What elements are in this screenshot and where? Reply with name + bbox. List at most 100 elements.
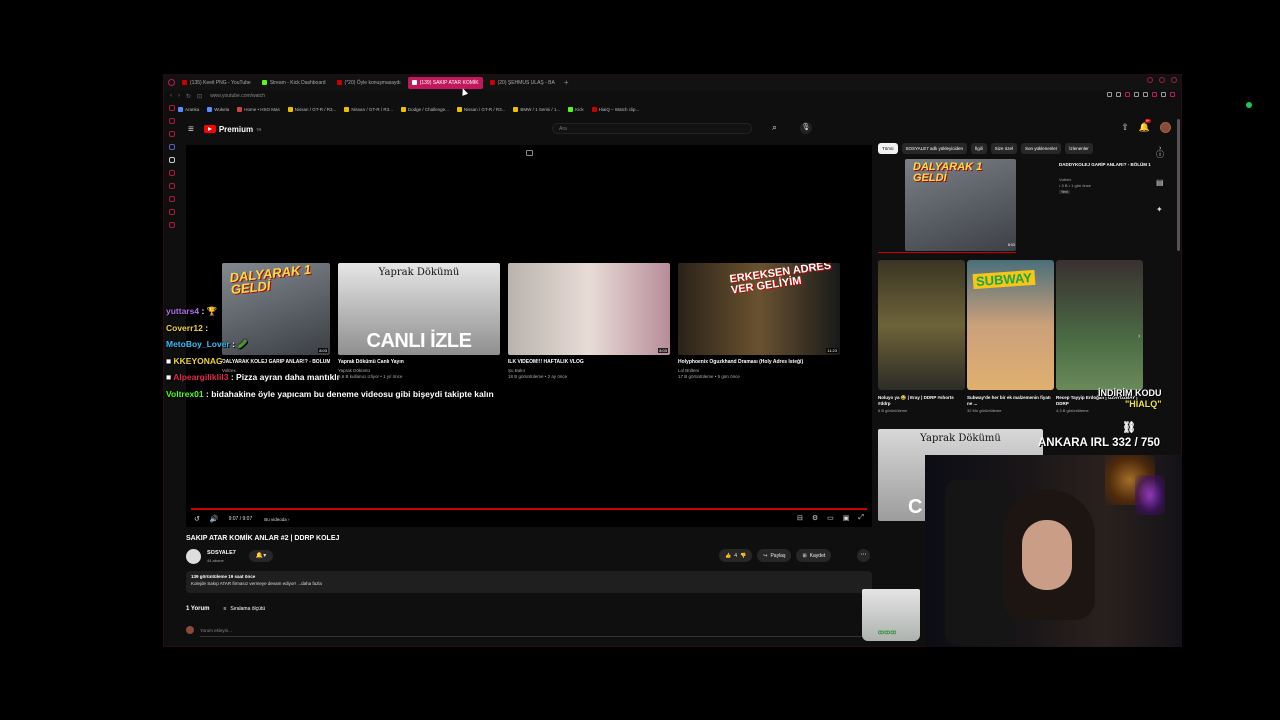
profile-icon[interactable] xyxy=(1152,92,1157,97)
subscription-bell-button[interactable]: 🔔▾ xyxy=(249,550,273,562)
miniplayer-icon[interactable]: ▭ xyxy=(827,514,834,522)
bookmark-icon[interactable] xyxy=(1116,92,1121,97)
new-tab-button[interactable]: + xyxy=(564,78,569,87)
card-channel: Lol Bülteni xyxy=(678,368,700,373)
minimize-icon[interactable] xyxy=(1147,77,1153,83)
sidebar-app-icon[interactable] xyxy=(169,222,175,228)
description-box[interactable]: 139 görüntüleme 19 saat önce Kolejde Sak… xyxy=(186,571,872,593)
bookmark-item[interactable]: Aranka xyxy=(178,106,199,112)
recommended-video[interactable]: DALYARAK 1 GELDİ 8:03 DADDYKOLEJ GARİP A… xyxy=(878,159,1155,254)
share-button[interactable]: ↪ Paylaş xyxy=(757,549,792,562)
browser-menu-icon[interactable] xyxy=(1170,92,1175,97)
video-progress-bar[interactable] xyxy=(191,508,867,510)
bookmark-item[interactable]: Kick xyxy=(568,106,584,112)
bookmark-item[interactable]: Wukela xyxy=(207,106,229,112)
chapter-button[interactable]: Bu videoda › xyxy=(264,517,289,522)
maximize-icon[interactable] xyxy=(1159,77,1165,83)
sidebar-app-icon[interactable] xyxy=(169,118,175,124)
thumbs-down-icon[interactable]: 👎 xyxy=(740,553,746,559)
bookmark-item[interactable]: HiaiQ – Watch clip... xyxy=(591,106,639,112)
comments-header: 1 Yorum ≡ Sıralama ölçütü xyxy=(186,606,265,612)
search-input[interactable]: Ara xyxy=(552,123,752,134)
reload-icon[interactable]: ↻ xyxy=(186,93,191,100)
short-thumbnail[interactable] xyxy=(1056,260,1143,390)
replay-icon[interactable]: ↺ xyxy=(194,515,200,523)
url-field[interactable]: www.youtube.com/watch xyxy=(210,93,265,99)
upload-icon[interactable]: ⇧ xyxy=(1121,122,1129,133)
card-title[interactable]: Holyphoenix Oguzkhand Draması (Holy Adre… xyxy=(678,359,840,365)
extension-icon[interactable] xyxy=(1125,92,1130,97)
tab-youtube-oyle[interactable]: (*20) Öyle konuşmasaydı xyxy=(333,77,405,89)
back-icon[interactable]: ‹ xyxy=(170,93,172,99)
browser-menu-icon[interactable] xyxy=(168,79,175,86)
youtube-icon xyxy=(336,80,342,85)
like-button[interactable]: 👍 4 👎 xyxy=(719,549,753,562)
sidebar-app-icon[interactable] xyxy=(169,131,175,137)
close-icon[interactable] xyxy=(1171,77,1177,83)
search-icon[interactable]: ⌕ xyxy=(772,122,777,133)
forward-icon[interactable]: › xyxy=(178,93,180,99)
chip-watched[interactable]: İzlenenler xyxy=(1065,143,1093,154)
endscreen-card[interactable]: ERKEKSEN ADRES VER GELİYİM 11:23 Holypho… xyxy=(678,263,840,379)
short-item[interactable]: Noluyo ya 😂 | Eray | DDRP #shorts #ddrp 6… xyxy=(878,395,965,413)
page-scrollbar[interactable] xyxy=(1177,119,1180,251)
thumbnail-text: DALYARAK 1 GELDİ xyxy=(228,263,312,298)
sidebar-app-icon[interactable] xyxy=(169,183,175,189)
chat-icon[interactable]: ▤ xyxy=(1156,178,1164,187)
theater-mode-icon[interactable]: ▣ xyxy=(843,514,850,522)
sidebar-app-icon[interactable] xyxy=(169,105,175,111)
short-thumbnail[interactable]: SUBWAY xyxy=(967,260,1054,390)
sort-button[interactable]: ≡ Sıralama ölçütü xyxy=(223,606,265,612)
channel-avatar[interactable] xyxy=(186,549,201,564)
account-avatar[interactable] xyxy=(1160,122,1171,133)
add-comment-row[interactable]: Yorum ekleyin... xyxy=(186,626,232,634)
settings-icon[interactable] xyxy=(1161,92,1166,97)
fullscreen-icon[interactable]: ⤢ xyxy=(858,514,864,522)
tab-youtube-keeit[interactable]: (135) Keeit PNG - YouTube xyxy=(178,77,255,89)
short-thumbnail[interactable] xyxy=(878,260,965,390)
volume-icon[interactable]: 🔊 xyxy=(210,515,219,523)
chip-from-uploader[interactable]: SOSYALE7 adlı yükleyiciden xyxy=(901,143,967,154)
bookmark-item[interactable]: Nissan / GT-R / R3... xyxy=(287,106,336,112)
short-item[interactable]: Subway'de her bir ek malzemenin fiyatı n… xyxy=(967,395,1054,413)
bookmark-item[interactable]: Nissan / GT-R / R3... xyxy=(344,106,393,112)
more-actions-icon[interactable]: ⋯ xyxy=(857,549,870,562)
messenger-icon[interactable] xyxy=(169,144,175,150)
tab-youtube-sakip-atar[interactable]: (139) SAKIP ATAR KOMİK xyxy=(407,76,483,89)
channel-name[interactable]: SOSYALE7 xyxy=(207,550,236,556)
subtitles-icon[interactable]: ⊟ xyxy=(797,514,803,522)
notifications-bell-icon[interactable]: 🔔 9+ xyxy=(1139,119,1151,133)
chip-related[interactable]: İlgili xyxy=(970,143,987,154)
sidebar-app-icon[interactable] xyxy=(169,209,175,215)
bookmark-item[interactable]: Home • HSO Mas xyxy=(237,106,280,112)
recommended-title[interactable]: DADDYKOLEJ GARİP ANLAR!? - BÖLÜM 1 xyxy=(1059,161,1151,168)
video-thumbnail[interactable]: ERKEKSEN ADRES VER GELİYİM 11:23 xyxy=(678,263,840,355)
chip-recently-uploaded[interactable]: Son yüklenenler xyxy=(1021,143,1062,154)
chip-for-you[interactable]: Size özel xyxy=(990,143,1017,154)
tab-youtube-sehmus[interactable]: (20) ŞEHMUS ULAŞ - BA xyxy=(486,77,559,89)
sparkle-icon[interactable]: ✦ xyxy=(1156,205,1164,214)
video-thumbnail[interactable]: DALYARAK 1 GELDİ xyxy=(905,159,1016,251)
bookmark-favicon xyxy=(344,106,350,112)
add-comment-input[interactable]: Yorum ekleyin... xyxy=(200,628,232,633)
microphone-icon[interactable]: 🎙 xyxy=(800,122,812,134)
hamburger-menu-icon[interactable]: ≡ xyxy=(188,124,194,135)
puzzle-icon[interactable] xyxy=(1134,92,1139,97)
bookmark-item[interactable]: BMW / 1 Serisi / 1... xyxy=(513,106,560,112)
description-text: Kolejde Sakıp ATAR firmasız vermeye deva… xyxy=(191,581,322,586)
info-icon[interactable]: ⓘ xyxy=(1156,149,1164,160)
youtube-logo[interactable]: Premium TR xyxy=(203,125,261,134)
settings-gear-icon[interactable]: ⚙ xyxy=(812,514,818,522)
chip-all[interactable]: Tümü xyxy=(878,143,898,154)
sidebar-app-icon[interactable] xyxy=(169,170,175,176)
bookmark-item[interactable]: Nissan / GT-R / R3... xyxy=(456,106,505,112)
download-icon[interactable] xyxy=(1143,92,1148,97)
shield-icon[interactable] xyxy=(1107,92,1112,97)
cast-icon[interactable] xyxy=(526,150,533,156)
tab-kick-dashboard[interactable]: Stream - Kick Dashboard xyxy=(258,77,330,89)
save-button[interactable]: ⊞ Kaydet xyxy=(796,549,832,562)
chevron-right-icon[interactable]: › xyxy=(1138,333,1140,340)
x-icon[interactable] xyxy=(169,157,175,163)
bookmark-item[interactable]: Dodge / Challenge... xyxy=(400,106,449,112)
sidebar-app-icon[interactable] xyxy=(169,196,175,202)
